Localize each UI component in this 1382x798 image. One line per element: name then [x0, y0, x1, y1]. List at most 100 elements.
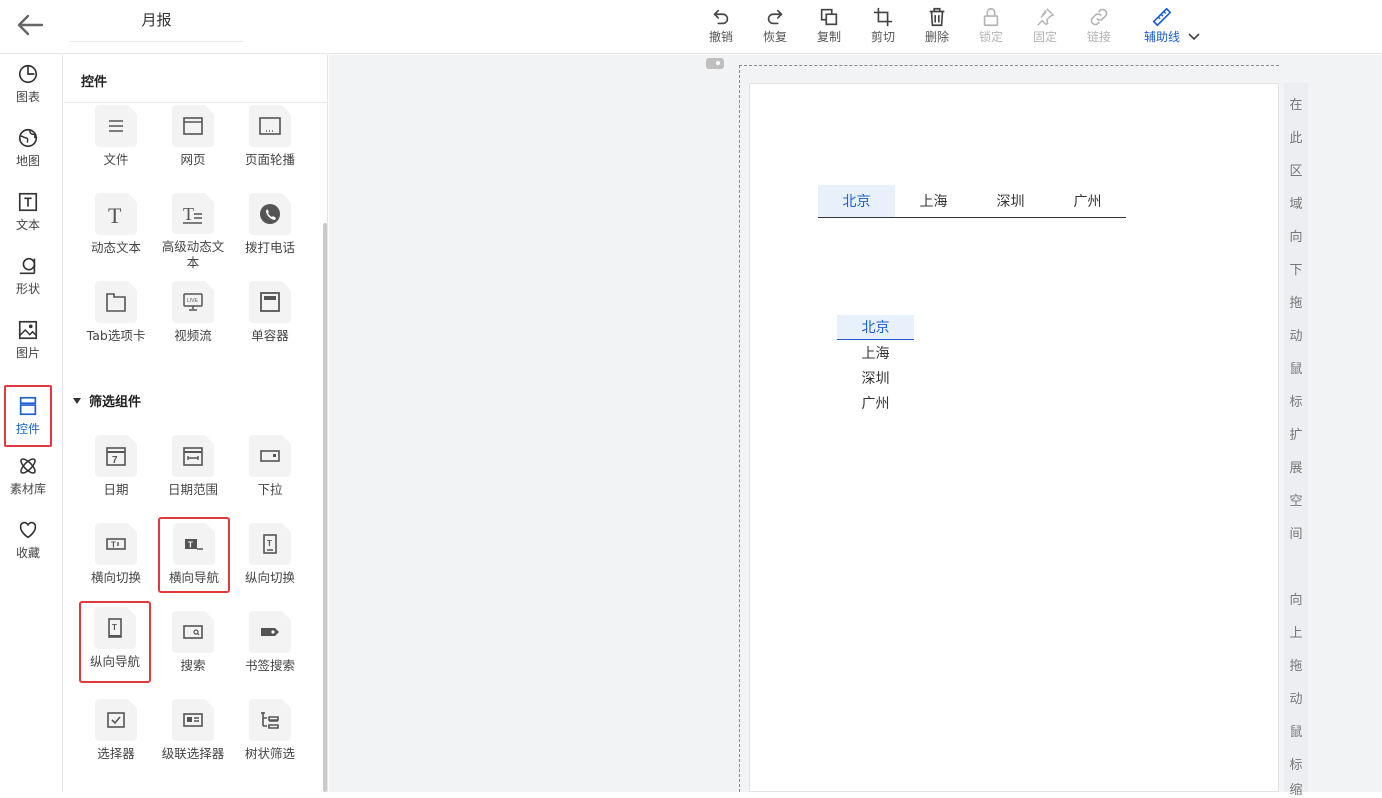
widget-label: 网页: [180, 152, 206, 167]
link-label: 链接: [1086, 30, 1111, 44]
copy-button[interactable]: 复制: [802, 4, 856, 50]
undo-button[interactable]: 撤销: [694, 4, 748, 50]
tag-icon[interactable]: [706, 58, 724, 69]
vnav-item-beijing[interactable]: 北京: [837, 315, 914, 340]
widget-bookmark-search[interactable]: 书签搜索: [235, 611, 305, 689]
hnav-tab-guangzhou[interactable]: 广州: [1049, 185, 1126, 217]
back-button[interactable]: [14, 10, 46, 40]
lock-icon: [983, 7, 999, 27]
widget-v-nav[interactable]: T 纵向导航: [79, 601, 151, 683]
rail-item-shape[interactable]: 形状: [4, 247, 52, 305]
chevron-down-icon[interactable]: [1187, 30, 1201, 44]
widget-label: 下拉: [257, 482, 283, 497]
pin-button[interactable]: 固定: [1018, 4, 1072, 50]
arrow-left-icon: [17, 14, 44, 36]
rail-item-assets[interactable]: 素材库: [4, 447, 52, 505]
hnav-tab-shanghai[interactable]: 上海: [895, 185, 972, 217]
phone-icon: [260, 204, 280, 224]
widget-tree[interactable]: 树状筛选: [235, 699, 305, 777]
atom-icon: [20, 458, 36, 474]
left-rail: 图表 地图 文本 形状 图片 控件 素材库 收藏: [0, 55, 63, 792]
widget-label: 动态文本: [90, 240, 141, 255]
copy-label: 复制: [816, 30, 841, 44]
link-button[interactable]: 链接: [1072, 4, 1126, 50]
rail-item-image[interactable]: 图片: [4, 311, 52, 369]
widget-tab[interactable]: Tab选项卡: [81, 281, 151, 359]
svg-text:LIVE: LIVE: [187, 298, 199, 304]
widget-date-range[interactable]: 日期范围: [158, 435, 228, 513]
svg-text:T: T: [183, 204, 194, 224]
widget-webpage[interactable]: 网页: [158, 105, 228, 183]
widget-label: 书签搜索: [244, 658, 295, 673]
hint-char: 扩: [1289, 428, 1303, 443]
widget-v-switch[interactable]: T 纵向切换: [235, 523, 305, 601]
vnav-item-shanghai[interactable]: 上海: [837, 340, 914, 365]
cut-label: 剪切: [870, 30, 895, 44]
rail-label: 控件: [15, 422, 40, 436]
file-list-icon: [109, 120, 123, 132]
hint-char: 上: [1289, 626, 1303, 641]
widget-label: 搜索: [180, 658, 206, 673]
widget-carousel[interactable]: 页面轮播: [235, 105, 305, 183]
lock-button[interactable]: 锁定: [964, 4, 1018, 50]
horizontal-nav[interactable]: 北京 上海 深圳 广州: [818, 185, 1126, 218]
widget-cascade[interactable]: 级联选择器: [158, 699, 228, 777]
search-box-icon: [183, 625, 203, 639]
widget-container[interactable]: 单容器: [235, 281, 305, 359]
vnav-item-guangzhou[interactable]: 广州: [837, 390, 914, 415]
widget-h-switch[interactable]: T 横向切换: [81, 523, 151, 601]
undo-label: 撤销: [708, 30, 733, 44]
image-icon: [18, 320, 38, 340]
widget-phone[interactable]: 拨打电话: [235, 193, 305, 271]
widget-live[interactable]: LIVE 视频流: [158, 281, 228, 359]
delete-button[interactable]: 删除: [910, 4, 964, 50]
widget-date[interactable]: 7 日期: [81, 435, 151, 513]
rail-item-text[interactable]: 文本: [4, 183, 52, 241]
svg-text:T: T: [188, 541, 193, 550]
rail-item-favorites[interactable]: 收藏: [4, 511, 52, 569]
cascade-icon: [183, 713, 203, 727]
rail-item-chart[interactable]: 图表: [4, 55, 52, 113]
widget-label: 树状筛选: [244, 746, 295, 761]
hint-char: 区: [1289, 164, 1303, 179]
guideline-vertical[interactable]: [739, 65, 740, 792]
guideline-horizontal[interactable]: [739, 65, 1279, 66]
document-title[interactable]: 月报: [70, 8, 243, 42]
rail-label: 形状: [15, 282, 40, 296]
svg-text:T: T: [112, 623, 117, 632]
hint-char: 拖: [1289, 296, 1303, 311]
rail-item-map[interactable]: 地图: [4, 119, 52, 177]
widget-advanced-text[interactable]: T 高级动态文本: [158, 193, 228, 271]
vnav-item-shenzhen[interactable]: 深圳: [837, 365, 914, 390]
hint-char: 空: [1289, 494, 1303, 509]
vertical-nav[interactable]: 北京 上海 深圳 广州: [837, 315, 914, 415]
widget-dropdown[interactable]: 下拉: [235, 435, 305, 513]
section-filter-title: 筛选组件: [89, 395, 142, 410]
widget-selector[interactable]: 选择器: [81, 699, 151, 777]
hint-char: 鼠: [1289, 725, 1303, 740]
panel-scrollbar[interactable]: [323, 223, 327, 792]
svg-text:T: T: [111, 541, 116, 550]
bookmark-search-icon: [261, 628, 279, 636]
advanced-text-icon: T: [183, 204, 202, 224]
widget-h-nav[interactable]: T 横向导航: [158, 517, 230, 593]
hint-char: 展: [1289, 461, 1303, 476]
expand-drag-strip[interactable]: 在 此 区 域 向 下 拖 动 鼠 标 扩 展 空 间 向 上 拖 动 鼠 标 …: [1284, 83, 1308, 798]
rail-label: 地图: [15, 154, 40, 168]
panel-title: 控件: [64, 55, 327, 103]
widget-file[interactable]: 文件: [81, 105, 151, 183]
redo-button[interactable]: 恢复: [748, 4, 802, 50]
toolbar: 撤销 恢复 复制 剪切 删除 锁定 固定 链接 辅助线: [694, 4, 1198, 50]
widget-search[interactable]: 搜索: [158, 611, 228, 689]
cut-button[interactable]: 剪切: [856, 4, 910, 50]
widget-dynamic-text[interactable]: T 动态文本: [81, 193, 151, 271]
section-filter-toggle[interactable]: 筛选组件: [73, 391, 141, 410]
rail-label: 收藏: [15, 546, 40, 560]
rail-label: 图片: [15, 346, 40, 360]
v-switch-icon: T: [263, 534, 277, 554]
rail-item-widget[interactable]: 控件: [4, 385, 52, 447]
hnav-tab-shenzhen[interactable]: 深圳: [972, 185, 1049, 217]
calendar-icon: 7: [106, 447, 126, 466]
hint-char: 下: [1289, 263, 1303, 278]
hnav-tab-beijing[interactable]: 北京: [818, 185, 895, 217]
